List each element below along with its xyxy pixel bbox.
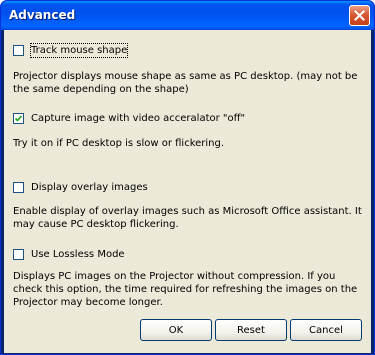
display-overlay-label[interactable]: Display overlay images <box>31 181 148 194</box>
advanced-dialog: Advanced Track mouse shape Projector dis… <box>0 0 375 355</box>
dialog-title: Advanced <box>9 8 76 22</box>
lossless-mode-option[interactable]: Use Lossless Mode <box>13 248 125 261</box>
track-mouse-shape-description: Projector displays mouse shape as same a… <box>13 71 358 95</box>
capture-image-option[interactable]: Capture image with video acceralator "of… <box>13 112 245 125</box>
close-icon <box>354 10 365 21</box>
display-overlay-option[interactable]: Display overlay images <box>13 181 148 194</box>
track-mouse-shape-checkbox[interactable] <box>13 45 24 56</box>
cancel-button[interactable]: Cancel <box>290 319 362 341</box>
display-overlay-description: Enable display of overlay images such as… <box>13 206 362 230</box>
track-mouse-shape-label[interactable]: Track mouse shape <box>29 43 129 58</box>
lossless-mode-checkbox[interactable] <box>13 249 24 260</box>
checkmark-icon <box>15 115 22 122</box>
reset-button[interactable]: Reset <box>215 319 287 341</box>
capture-image-checkbox[interactable] <box>13 113 24 124</box>
display-overlay-checkbox[interactable] <box>13 182 24 193</box>
capture-image-label[interactable]: Capture image with video acceralator "of… <box>31 112 245 125</box>
close-button[interactable] <box>349 5 370 26</box>
lossless-mode-label[interactable]: Use Lossless Mode <box>31 248 125 261</box>
ok-button[interactable]: OK <box>140 319 212 341</box>
track-mouse-shape-option[interactable]: Track mouse shape <box>13 43 129 58</box>
lossless-mode-description: Displays PC images on the Projector with… <box>13 271 358 308</box>
title-bar[interactable]: Advanced <box>1 1 374 30</box>
dialog-body: Track mouse shape Projector displays mou… <box>4 30 371 353</box>
capture-image-description: Try it on if PC desktop is slow or flick… <box>13 138 225 149</box>
